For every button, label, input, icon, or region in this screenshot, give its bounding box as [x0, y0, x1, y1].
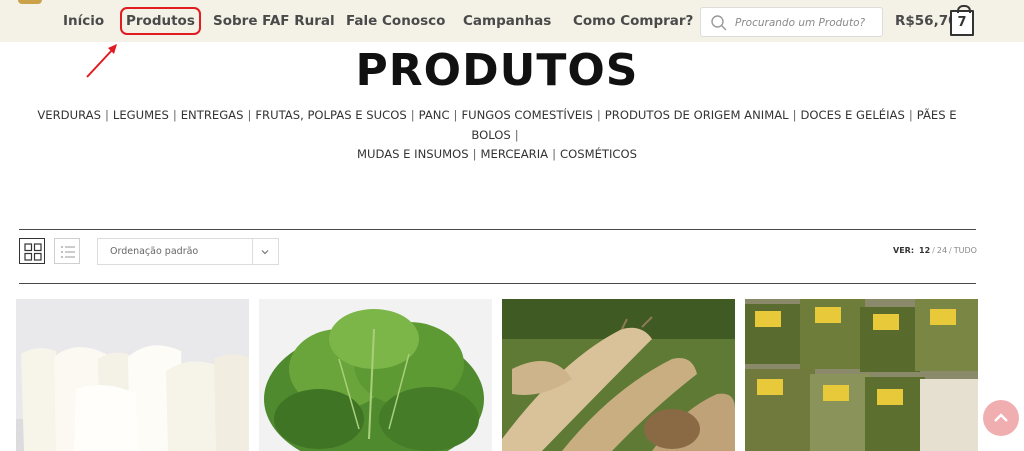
per-page-option-12[interactable]: 12	[919, 246, 930, 255]
category-link[interactable]: FUNGOS COMESTÍVEIS	[461, 108, 592, 122]
product-image-lettuce[interactable]	[259, 299, 492, 451]
nav-item-fale-conosco[interactable]: Fale Conosco	[346, 13, 445, 29]
top-navigation-bar: Início Produtos Sobre FAF Rural Fale Con…	[0, 0, 1024, 42]
nav-item-inicio[interactable]: Início	[63, 13, 104, 29]
shopping-bag-icon[interactable]: 7	[950, 5, 974, 36]
category-link[interactable]: VERDURAS	[37, 108, 101, 122]
chevron-up-icon	[994, 413, 1008, 422]
divider	[19, 283, 976, 284]
category-links: VERDURAS | LEGUMES | ENTREGAS | FRUTAS, POLPAS…	[37, 108, 957, 161]
list-view-button[interactable]	[54, 238, 80, 264]
logo[interactable]	[18, 0, 42, 4]
chevron-down-icon	[261, 250, 269, 255]
category-link[interactable]: ENTREGAS	[181, 108, 244, 122]
category-link[interactable]: MERCEARIA	[481, 147, 549, 161]
nav-item-como-comprar[interactable]: Como Comprar?	[573, 13, 693, 29]
per-page-option-24[interactable]: 24	[937, 246, 947, 255]
divider	[19, 229, 976, 230]
grid-view-icon	[24, 243, 42, 261]
list-view-icon	[61, 246, 75, 258]
scroll-to-top-button[interactable]	[983, 400, 1019, 436]
product-image-herbs[interactable]	[745, 299, 978, 451]
category-link[interactable]: PRODUTOS DE ORIGEM ANIMAL	[605, 108, 789, 122]
search-icon[interactable]	[710, 14, 728, 32]
cart-total[interactable]: R$56,70	[895, 13, 958, 29]
grid-view-button[interactable]	[19, 238, 45, 264]
nav-item-produtos[interactable]: Produtos	[120, 7, 201, 35]
search-box[interactable]	[700, 7, 883, 37]
cart-count: 7	[957, 15, 967, 30]
nav-item-campanhas[interactable]: Campanhas	[463, 13, 551, 29]
category-link[interactable]: DOCES E GELÉIAS	[801, 108, 905, 122]
orderby-select[interactable]: Ordenação padrão	[97, 238, 279, 265]
orderby-value: Ordenação padrão	[110, 246, 199, 257]
nav-item-sobre[interactable]: Sobre FAF Rural	[213, 13, 335, 29]
category-link[interactable]: COSMÉTICOS	[560, 147, 637, 161]
products-per-page: VER: 12/24/TUDO	[893, 246, 977, 255]
ver-label: VER:	[893, 246, 915, 255]
page-title: PRODUTOS	[355, 45, 639, 96]
product-image-cheese[interactable]	[16, 299, 249, 451]
product-image-roots[interactable]	[502, 299, 735, 451]
category-link[interactable]: LEGUMES	[113, 108, 169, 122]
category-link[interactable]: FRUTAS, POLPAS E SUCOS	[255, 108, 406, 122]
category-link[interactable]: PANC	[419, 108, 450, 122]
category-link[interactable]: MUDAS E INSUMOS	[357, 147, 469, 161]
search-input[interactable]	[733, 12, 882, 34]
per-page-option-all[interactable]: TUDO	[954, 246, 977, 255]
